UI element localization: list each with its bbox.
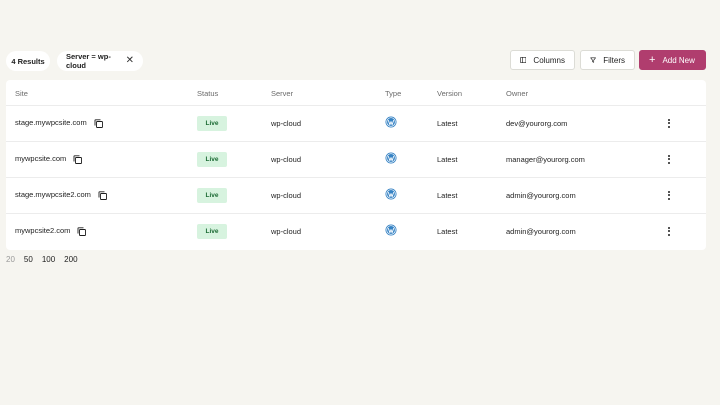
wordpress-icon	[385, 188, 397, 200]
page-size-option[interactable]: 20	[6, 255, 15, 267]
copy-icon[interactable]	[77, 227, 87, 236]
column-header-site[interactable]: Site	[15, 89, 28, 98]
status-badge: Live	[197, 152, 227, 167]
owner-cell: manager@yourorg.com	[506, 155, 585, 164]
page-size-option[interactable]: 200	[64, 255, 77, 267]
site-cell: stage.mywpcsite.com	[15, 118, 103, 128]
copy-icon[interactable]	[94, 119, 103, 128]
columns-button-label: Columns	[533, 55, 565, 65]
more-vertical-icon[interactable]	[664, 152, 674, 166]
site-cell: mywpcsite2.com	[15, 226, 87, 236]
filter-icon	[590, 57, 596, 63]
site-name[interactable]: mywpcsite2.com	[15, 226, 70, 235]
owner-cell: admin@yourorg.com	[506, 191, 576, 200]
plus-icon: +	[649, 53, 656, 66]
column-header-status[interactable]: Status	[197, 89, 218, 98]
more-vertical-icon[interactable]	[664, 188, 674, 202]
results-count-label: 4 Results	[11, 56, 45, 66]
version-cell: Latest	[437, 227, 458, 236]
table-row[interactable]: mywpcsite2.com Live wp-cloud Latest admi…	[6, 213, 706, 249]
column-header-owner[interactable]: Owner	[506, 89, 528, 98]
toolbar: 4 Results Server = wp-cloud ✕ Columns Fi…	[6, 50, 706, 72]
wordpress-icon	[385, 152, 397, 164]
owner-cell: admin@yourorg.com	[506, 227, 576, 236]
version-cell: Latest	[437, 119, 458, 128]
filter-chip-label: Server = wp-cloud	[66, 52, 111, 70]
table-row[interactable]: stage.mywpcsite2.com Live wp-cloud Lates…	[6, 177, 706, 214]
version-cell: Latest	[437, 155, 458, 164]
table-header: Site Status Server Type Version Owner	[6, 80, 706, 106]
more-vertical-icon[interactable]	[664, 224, 674, 238]
column-header-server[interactable]: Server	[271, 89, 293, 98]
status-badge: Live	[197, 224, 227, 239]
wordpress-icon	[385, 116, 397, 128]
server-cell: wp-cloud	[271, 191, 302, 200]
more-vertical-icon[interactable]	[664, 116, 674, 130]
site-name[interactable]: mywpcsite.com	[15, 154, 66, 163]
status-badge: Live	[197, 116, 227, 131]
owner-cell: dev@yourorg.com	[506, 119, 568, 128]
wordpress-icon	[385, 224, 397, 236]
site-name[interactable]: stage.mywpcsite2.com	[15, 190, 91, 199]
column-header-version[interactable]: Version	[437, 89, 462, 98]
copy-icon[interactable]	[98, 191, 107, 200]
filters-button[interactable]: Filters	[580, 50, 635, 70]
close-icon[interactable]: ✕	[126, 56, 134, 66]
site-cell: stage.mywpcsite2.com	[15, 190, 107, 200]
page-size-option[interactable]: 50	[24, 255, 33, 267]
filters-button-label: Filters	[603, 55, 625, 65]
site-cell: mywpcsite.com	[15, 154, 83, 164]
copy-icon[interactable]	[73, 155, 83, 164]
results-count: 4 Results	[6, 51, 50, 71]
status-badge: Live	[197, 188, 227, 203]
column-header-type[interactable]: Type	[385, 89, 401, 98]
page-size-option[interactable]: 100	[42, 255, 55, 267]
page-size-selector: 20 50 100 200	[6, 255, 78, 267]
server-cell: wp-cloud	[271, 119, 302, 128]
version-cell: Latest	[437, 191, 458, 200]
sites-table: Site Status Server Type Version Owner st…	[6, 80, 706, 250]
columns-button[interactable]: Columns	[510, 50, 575, 70]
filter-chip-server[interactable]: Server = wp-cloud ✕	[57, 51, 143, 71]
site-name[interactable]: stage.mywpcsite.com	[15, 118, 87, 127]
server-cell: wp-cloud	[271, 155, 302, 164]
server-cell: wp-cloud	[271, 227, 302, 236]
columns-icon	[520, 56, 527, 64]
add-new-button-label: Add New	[662, 55, 695, 65]
table-row[interactable]: mywpcsite.com Live wp-cloud Latest manag…	[6, 141, 706, 178]
add-new-button[interactable]: + Add New	[639, 50, 706, 70]
table-row[interactable]: stage.mywpcsite.com Live wp-cloud Latest…	[6, 105, 706, 142]
